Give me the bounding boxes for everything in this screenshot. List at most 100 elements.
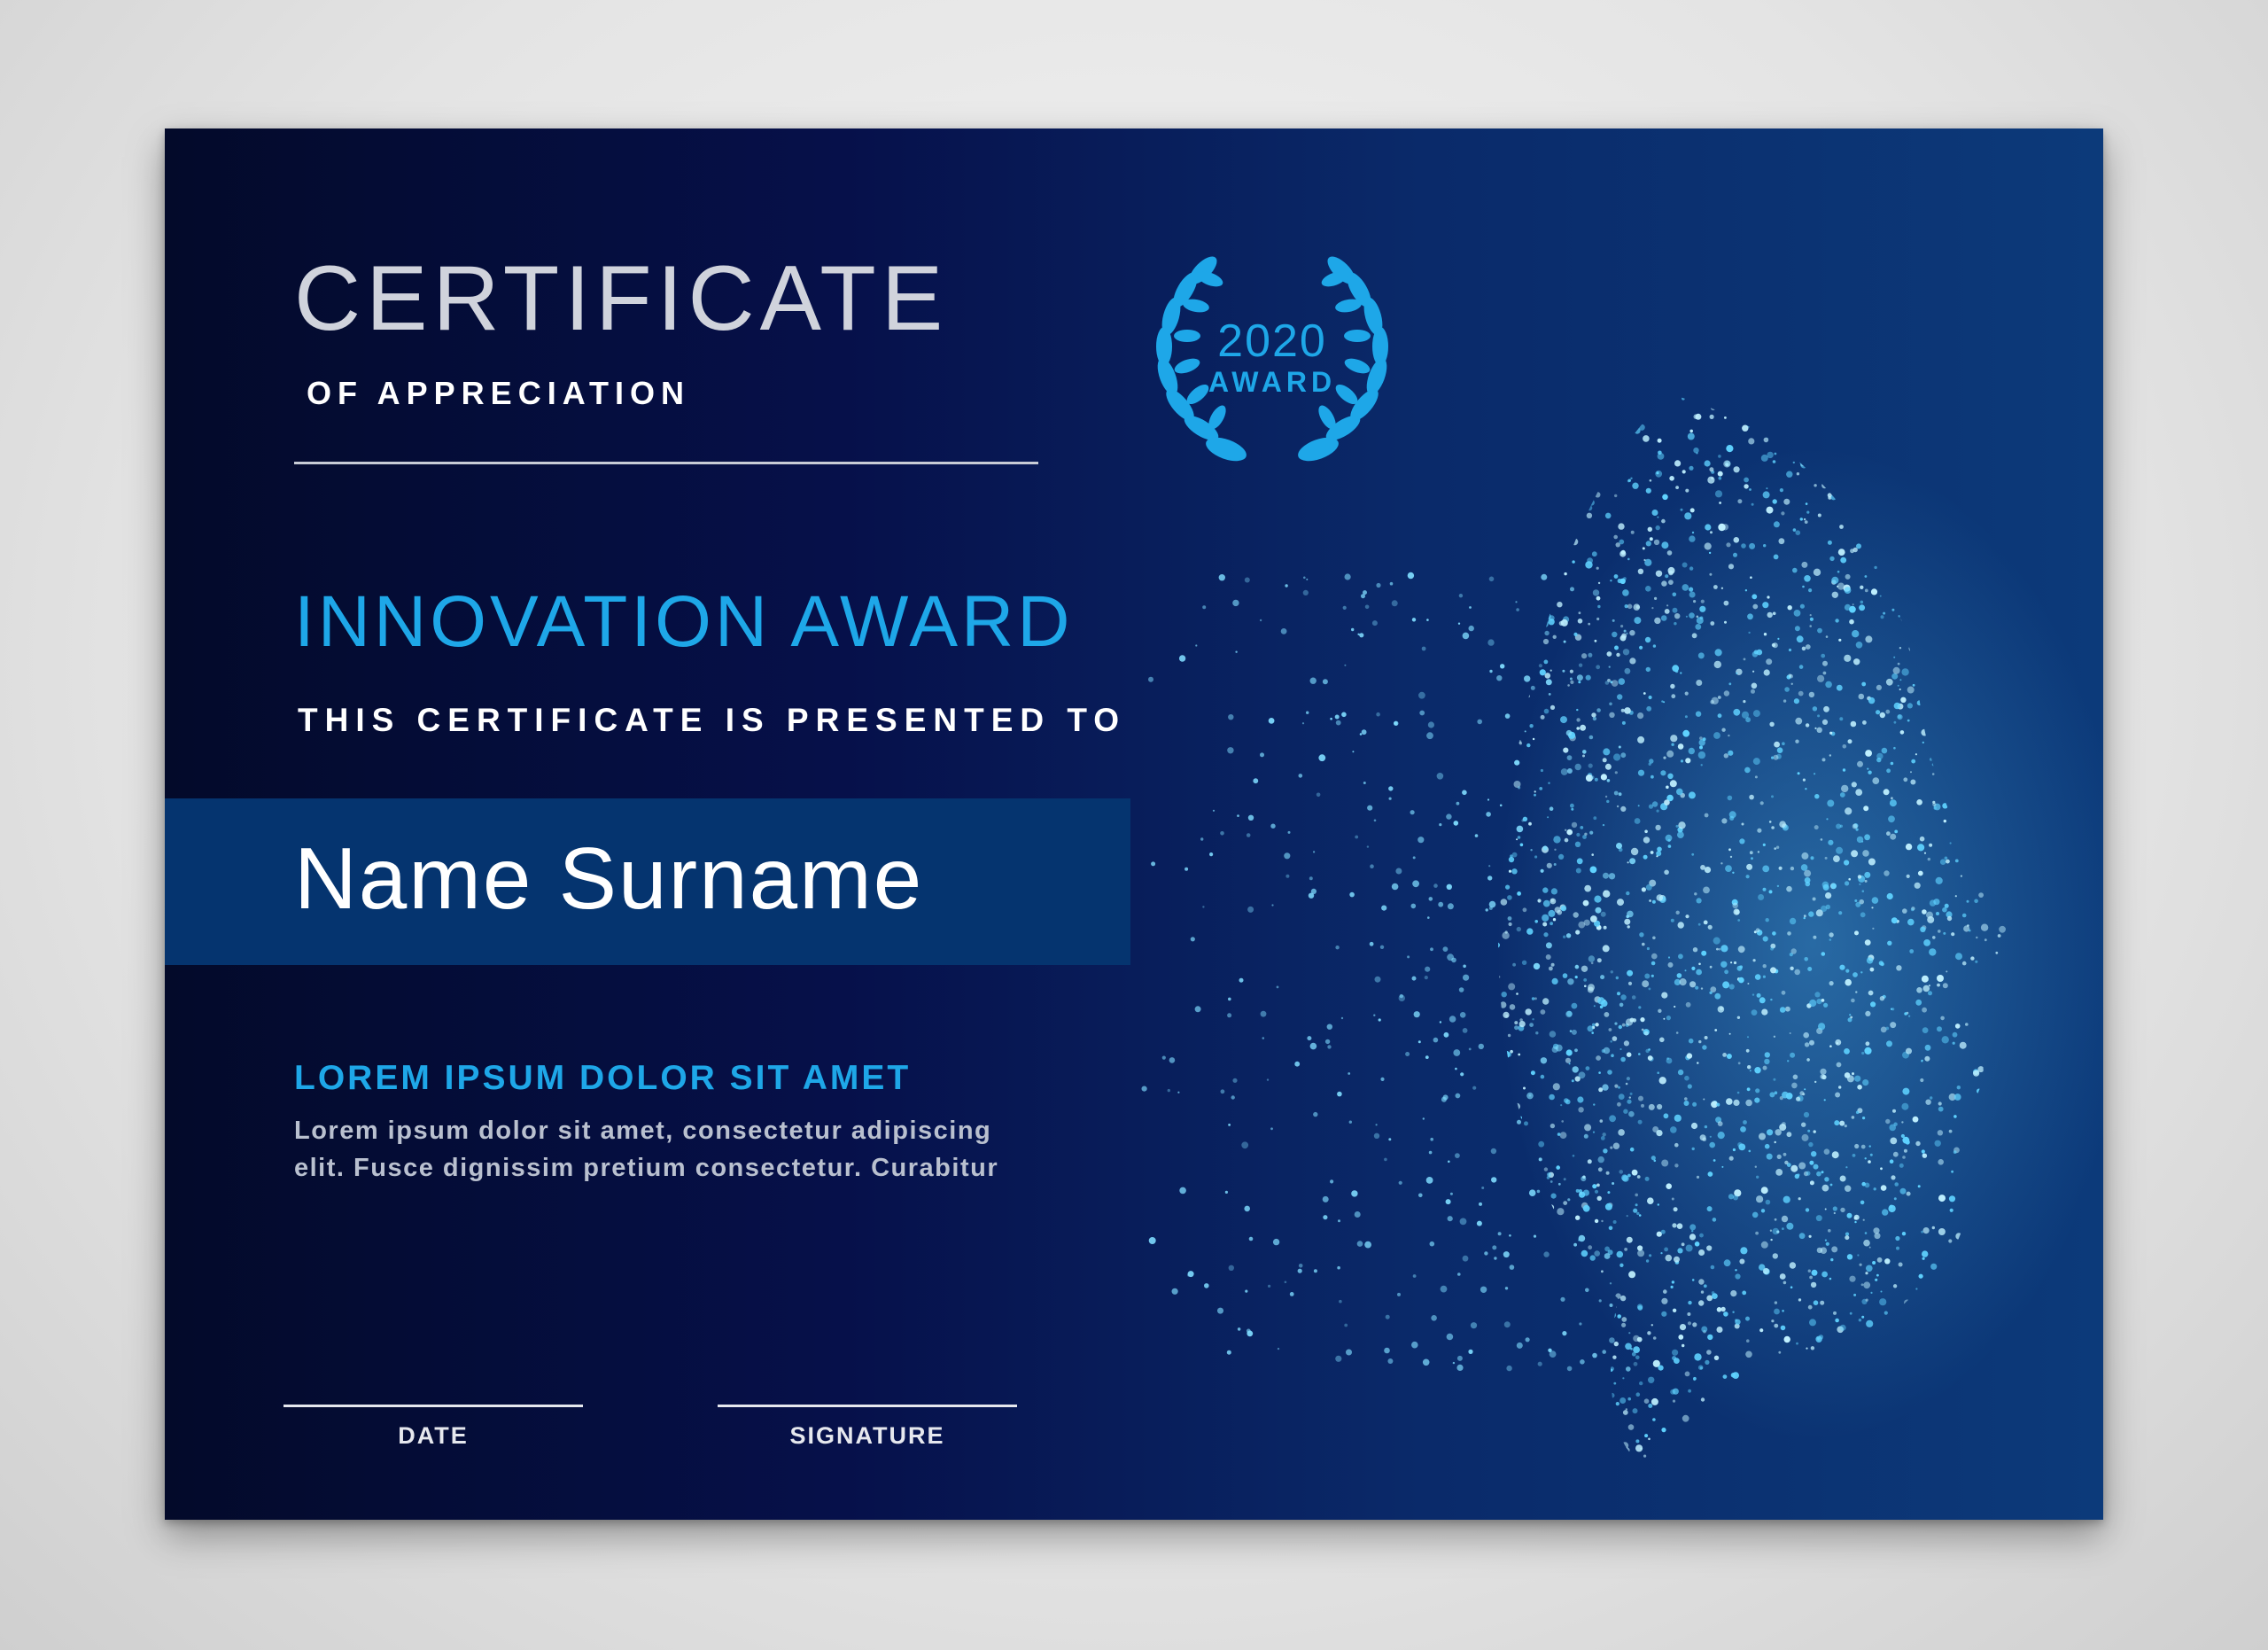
- particle-dot: [1564, 572, 1567, 576]
- particle-dot: [1838, 638, 1842, 642]
- particle-dot: [1697, 1434, 1700, 1437]
- particle-dot: [1874, 1233, 1881, 1240]
- particle-dot: [1597, 1167, 1603, 1172]
- particle-dot: [1778, 538, 1785, 545]
- particle-dot: [1951, 1170, 1953, 1173]
- particle-dot: [1627, 1173, 1631, 1178]
- particle-dot: [1807, 1269, 1811, 1273]
- particle-dot: [1781, 399, 1785, 403]
- particle-dot: [1306, 711, 1309, 714]
- particle-dot: [1641, 1103, 1644, 1108]
- particle-dot: [1679, 1324, 1687, 1331]
- particle-dot: [1760, 1209, 1766, 1213]
- particle-dot: [1587, 1159, 1592, 1164]
- particle-dot: [1801, 1133, 1809, 1141]
- particle-dot: [1865, 1041, 1870, 1047]
- particle-dot: [1713, 585, 1718, 589]
- particle-dot: [1557, 1208, 1565, 1216]
- particle-dot: [1659, 1037, 1665, 1043]
- particle-dot: [1681, 1242, 1685, 1247]
- particle-dot: [1565, 933, 1572, 938]
- particle-dot: [1733, 537, 1740, 543]
- particle-dot: [1921, 1230, 1923, 1234]
- particle-dot: [1504, 1437, 1508, 1440]
- particle-dot: [1618, 1086, 1620, 1089]
- particle-dot: [1654, 596, 1658, 600]
- particle-dot: [1502, 1185, 1504, 1187]
- particle-dot: [1338, 1219, 1340, 1223]
- particle-dot: [1520, 1206, 1526, 1212]
- particle-dot: [1698, 1279, 1705, 1285]
- particle-dot: [1928, 440, 1931, 443]
- particle-dot: [1852, 630, 1860, 638]
- particle-dot: [1677, 1248, 1683, 1254]
- particle-dot: [1645, 541, 1651, 547]
- particle-dot: [1842, 768, 1846, 772]
- particle-dot: [1452, 1361, 1456, 1365]
- particle-dot: [1839, 717, 1844, 721]
- particle-dot: [1616, 805, 1619, 808]
- particle-dot: [1886, 424, 1891, 428]
- particle-dot: [1855, 1110, 1860, 1115]
- particle-dot: [1685, 915, 1689, 919]
- particle-dot: [1285, 584, 1288, 588]
- particle-dot: [1502, 1433, 1510, 1441]
- particle-dot: [1602, 945, 1610, 953]
- particle-dot: [1818, 1335, 1824, 1340]
- particle-dot: [1892, 1109, 1896, 1113]
- particle-dot: [1824, 1208, 1827, 1210]
- particle-dot: [1783, 498, 1790, 505]
- particle-dot: [1514, 1021, 1518, 1025]
- particle-dot: [1698, 1039, 1702, 1044]
- particle-dot: [1817, 390, 1821, 393]
- particle-dot: [1601, 1270, 1604, 1273]
- particle-dot: [1642, 942, 1645, 946]
- particle-dot: [1751, 594, 1758, 600]
- particle-dot: [1426, 732, 1433, 740]
- particle-dot: [1845, 969, 1850, 973]
- particle-dot: [1899, 647, 1902, 650]
- particle-dot: [1499, 767, 1504, 772]
- particle-dot: [2000, 1362, 2006, 1367]
- particle-dot: [1375, 1124, 1378, 1126]
- particle-dot: [1540, 768, 1543, 773]
- particle-dot: [1348, 1120, 1352, 1124]
- particle-dot: [2008, 482, 2010, 484]
- particle-dot: [1620, 806, 1627, 813]
- particle-dot: [1520, 1374, 1527, 1382]
- particle-dot: [1804, 1442, 1811, 1449]
- particle-dot: [1922, 1027, 1929, 1033]
- particle-dot: [1952, 1031, 1958, 1038]
- particle-dot: [1751, 1211, 1759, 1218]
- particle-dot: [1591, 1031, 1594, 1034]
- particle-dot: [1938, 476, 1943, 480]
- particle-dot: [1664, 869, 1669, 876]
- particle-dot: [1850, 720, 1857, 728]
- particle-dot: [1651, 953, 1658, 960]
- particle-dot: [1507, 1033, 1511, 1038]
- particle-dot: [1855, 642, 1863, 649]
- particle-dot: [1756, 992, 1761, 998]
- particle-dot: [1954, 1023, 1961, 1029]
- particle-dot: [1499, 512, 1504, 518]
- particle-dot: [1899, 688, 1901, 691]
- particle-dot: [1499, 532, 1503, 537]
- particle-dot: [1535, 580, 1543, 588]
- particle-dot: [1886, 831, 1891, 837]
- particle-dot: [1744, 477, 1749, 483]
- particle-dot: [1500, 899, 1508, 906]
- particle-dot: [1720, 1459, 1728, 1460]
- particle-dot: [1946, 859, 1950, 864]
- particle-dot: [1587, 505, 1593, 511]
- particle-dot: [1579, 1404, 1586, 1412]
- particle-dot: [1970, 1414, 1976, 1420]
- particle-dot: [1510, 1309, 1516, 1315]
- particle-dot: [1985, 415, 1989, 418]
- particle-dot: [1667, 961, 1674, 968]
- particle-dot: [1543, 466, 1552, 474]
- particle-dot: [1318, 754, 1326, 762]
- particle-dot: [1754, 1165, 1757, 1168]
- particle-dot: [1287, 830, 1291, 834]
- particle-dot: [1675, 910, 1680, 915]
- particle-dot: [1969, 474, 1975, 479]
